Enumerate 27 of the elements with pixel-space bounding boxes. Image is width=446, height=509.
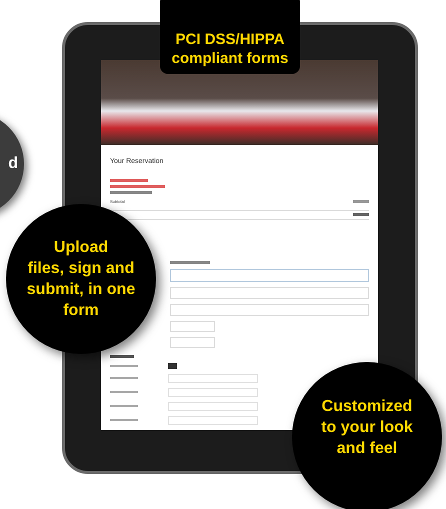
input-field[interactable] [170, 336, 215, 348]
callout-text: d [8, 154, 18, 174]
label-text: compliant forms [172, 49, 288, 68]
callout-text: and feel [336, 439, 398, 459]
input-field[interactable] [170, 304, 369, 316]
callout-text: form [63, 301, 99, 321]
callout-text: Customized [322, 397, 412, 417]
callout-text: submit, in one [26, 280, 136, 300]
blurred-text [110, 178, 148, 182]
input-field[interactable] [168, 388, 258, 396]
input-field[interactable] [168, 374, 258, 382]
label-text: PCI DSS/HIPPA [176, 30, 284, 49]
input-field[interactable] [170, 286, 369, 298]
input-field[interactable] [170, 320, 215, 332]
callout-text: Upload [54, 238, 108, 258]
input-field[interactable] [170, 268, 369, 282]
blurred-text [353, 213, 369, 216]
blurred-text [353, 200, 369, 203]
callout-text: to your look [321, 418, 413, 438]
blurred-text [110, 184, 165, 188]
blurred-text [110, 354, 134, 358]
blurred-text [110, 190, 152, 194]
blurred-text [170, 260, 210, 264]
card-icon [168, 362, 177, 368]
input-field[interactable] [168, 416, 258, 424]
input-field[interactable] [168, 402, 258, 410]
callout-text: files, sign and [28, 259, 134, 279]
